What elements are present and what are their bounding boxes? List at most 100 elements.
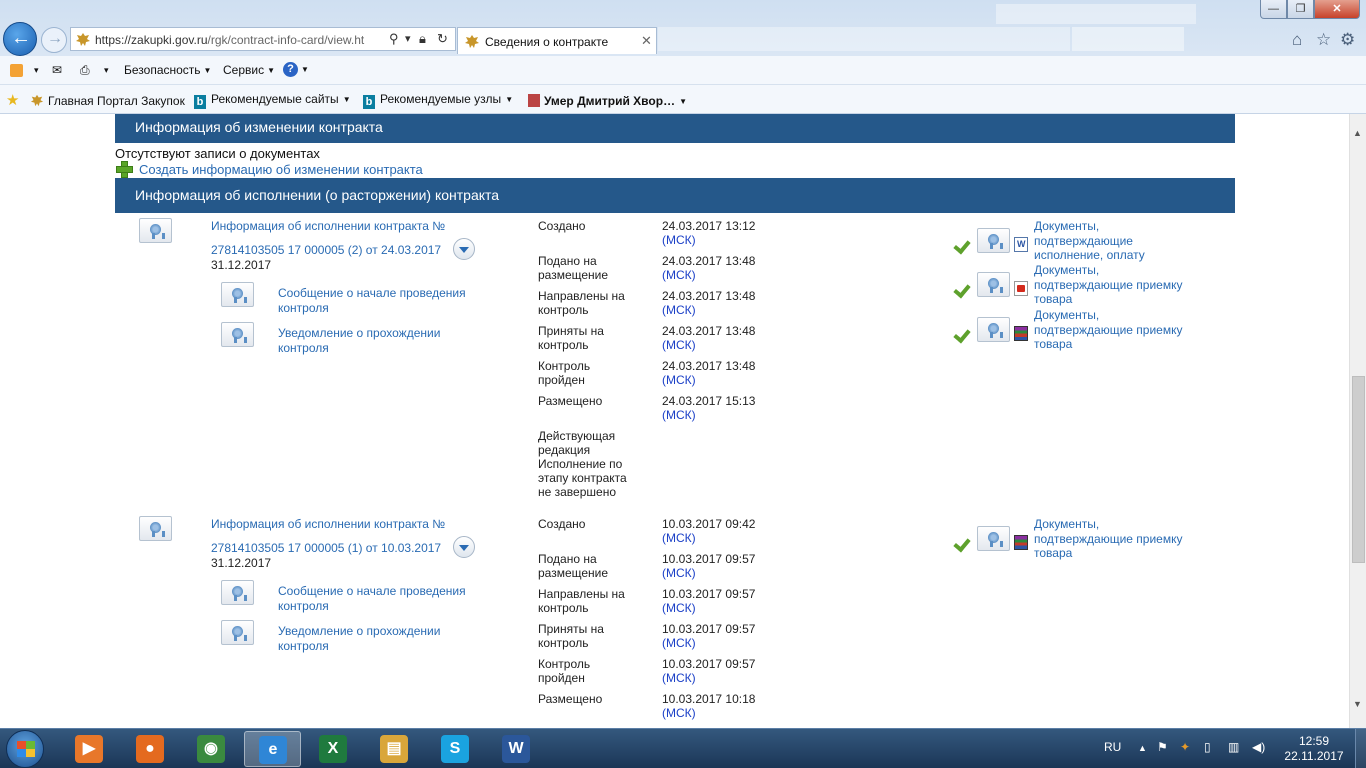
rar-file-icon[interactable]	[1014, 326, 1028, 341]
sub-document-link-line1: Сообщение о начале проведения	[278, 584, 466, 598]
url-text[interactable]: https://zakupki.gov.ru/rgk/contract-info…	[95, 33, 385, 47]
rss-icon[interactable]	[10, 64, 23, 77]
tab-title: Сведения о контракте	[485, 35, 609, 49]
help-dropdown-icon[interactable]: ▼	[301, 65, 309, 74]
clock[interactable]: 12:59 22.11.2017	[1281, 734, 1347, 764]
sub-document-link[interactable]: Уведомление о прохождении контроля	[278, 624, 440, 654]
taskbar-app-media-player[interactable]: ▶	[61, 731, 118, 767]
create-change-info-link[interactable]: Создать информацию об изменении контракт…	[139, 162, 423, 177]
start-button[interactable]	[6, 730, 44, 768]
check-icon	[953, 329, 969, 341]
help-icon[interactable]: ?	[283, 62, 298, 77]
forward-button[interactable]: →	[41, 27, 67, 53]
volume-icon[interactable]: ◀)	[1252, 740, 1265, 754]
internet-explorer-icon: e	[259, 736, 287, 764]
record-cert-icon[interactable]	[139, 218, 172, 243]
record-title-line1[interactable]: Информация об исполнении контракта №	[211, 517, 445, 532]
scroll-up-icon[interactable]: ▲	[1353, 128, 1362, 138]
home-icon[interactable]: ⌂	[1292, 30, 1302, 50]
record-date: 31.12.2017	[211, 556, 272, 570]
pdf-file-icon[interactable]	[1014, 281, 1028, 296]
taskbar-app-chrome[interactable]: ◉	[183, 731, 240, 767]
mail-icon[interactable]: ✉	[52, 63, 62, 77]
show-desktop-button[interactable]	[1355, 729, 1366, 768]
print-dropdown-icon[interactable]: ▾	[104, 65, 109, 76]
star-icon[interactable]: ☆	[1316, 30, 1331, 50]
sub-document-link[interactable]: Уведомление о прохождении контроля	[278, 326, 440, 356]
expand-chevron-icon[interactable]	[453, 238, 475, 260]
service-menu[interactable]: Сервис ▼	[223, 63, 275, 77]
close-tab-icon[interactable]: ✕	[641, 33, 652, 49]
scroll-down-icon[interactable]: ▼	[1353, 699, 1362, 709]
tab-contract-info[interactable]: Сведения о контракте ✕	[457, 27, 657, 54]
document-cert-icon[interactable]	[977, 526, 1010, 551]
taskbar-app-file-explorer[interactable]: ▤	[366, 731, 423, 767]
record-cert-icon[interactable]	[139, 516, 172, 541]
status-label: Подано на размещение	[538, 254, 609, 282]
status-datetime: 10.03.2017 09:57	[662, 622, 756, 636]
sub-document-cert-icon[interactable]	[221, 580, 254, 605]
record-title-line2[interactable]: 27814103505 17 000005 (1) от 10.03.2017	[211, 541, 441, 556]
tray-expand-icon[interactable]: ▲	[1138, 743, 1147, 753]
flag-icon[interactable]: ⚑	[1157, 740, 1168, 754]
plus-icon[interactable]	[116, 161, 133, 178]
fav-item-recommended-nodes[interactable]: b Рекомендуемые узлы ▼	[363, 92, 513, 109]
status-time: 10.03.2017 09:57 (МСК)	[662, 622, 755, 650]
fav-item-news[interactable]: Умер Дмитрий Хвор… ▼	[528, 92, 687, 108]
refresh-icon[interactable]: ↻	[437, 31, 448, 47]
address-bar[interactable]: https://zakupki.gov.ru/rgk/contract-info…	[70, 27, 456, 51]
document-link[interactable]: Документы, подтверждающие приемку товара	[1034, 308, 1194, 352]
minimize-button[interactable]: —	[1260, 0, 1287, 19]
network-icon[interactable]: ▥	[1228, 740, 1239, 754]
document-cert-icon[interactable]	[977, 228, 1010, 253]
fav-item-recommended-sites[interactable]: b Рекомендуемые сайты ▼	[194, 92, 351, 109]
bing-icon: b	[194, 95, 206, 109]
status-time: 24.03.2017 13:48 (МСК)	[662, 324, 755, 352]
excel-icon: X	[319, 735, 347, 763]
chevron-down-icon: ▼	[267, 66, 276, 75]
back-button[interactable]: ←	[3, 22, 37, 56]
document-cert-icon[interactable]	[977, 317, 1010, 342]
document-link[interactable]: Документы, подтверждающие исполнение, оп…	[1034, 219, 1194, 263]
security-menu[interactable]: Безопасность ▼	[124, 63, 211, 77]
document-link[interactable]: Документы, подтверждающие приемку товара	[1034, 517, 1194, 561]
document-cert-icon[interactable]	[977, 272, 1010, 297]
word-file-icon[interactable]	[1014, 237, 1028, 252]
taskbar-app-skype[interactable]: S	[427, 731, 484, 767]
status-datetime: 10.03.2017 09:57	[662, 587, 756, 601]
sub-document-link[interactable]: Сообщение о начале проведения контроля	[278, 584, 466, 614]
document-link[interactable]: Документы, подтверждающие приемку товара	[1034, 263, 1194, 307]
favorites-star-icon[interactable]: ★	[6, 91, 19, 109]
language-indicator[interactable]: RU	[1104, 740, 1121, 754]
tab-crest-icon	[465, 35, 479, 48]
search-icon[interactable]: ⚲	[389, 31, 399, 47]
maximize-button[interactable]: ❐	[1287, 0, 1314, 19]
fav-item-portal[interactable]: Главная Портал Закупок	[30, 92, 185, 108]
sub-document-cert-icon[interactable]	[221, 620, 254, 645]
record-title-line2[interactable]: 27814103505 17 000005 (2) от 24.03.2017	[211, 243, 441, 258]
taskbar-app-excel[interactable]: X	[305, 731, 362, 767]
scroll-thumb[interactable]	[1352, 376, 1365, 563]
check-icon	[953, 240, 969, 252]
record-title-line1[interactable]: Информация об исполнении контракта №	[211, 219, 445, 234]
expand-chevron-icon[interactable]	[453, 536, 475, 558]
lock-icon[interactable]: 🔒︎	[419, 31, 426, 47]
rar-file-icon[interactable]	[1014, 535, 1028, 550]
sub-document-link[interactable]: Сообщение о начале проведения контроля	[278, 286, 466, 316]
sub-document-cert-icon[interactable]	[221, 282, 254, 307]
taskbar-app-word[interactable]: W	[488, 731, 545, 767]
status-time: 24.03.2017 13:48 (МСК)	[662, 359, 755, 387]
device-icon[interactable]: ▯	[1204, 740, 1211, 754]
gear-icon[interactable]: ⚙	[1340, 30, 1355, 50]
status-label: Создано	[538, 517, 586, 531]
sub-document-cert-icon[interactable]	[221, 322, 254, 347]
taskbar-app-firefox[interactable]: ●	[122, 731, 179, 767]
close-window-button[interactable]: ✕	[1314, 0, 1360, 19]
rss-dropdown-icon[interactable]: ▾	[34, 65, 39, 76]
browser-chrome: — ❐ ✕ ← → https://zakupki.gov.ru/rgk/con…	[0, 0, 1366, 114]
avast-icon[interactable]: ✦	[1180, 740, 1190, 754]
dropdown-icon[interactable]: ▾	[405, 32, 411, 45]
vertical-scrollbar[interactable]: ▲ ▼	[1349, 114, 1366, 728]
taskbar-app-internet-explorer[interactable]: e	[244, 731, 301, 767]
print-icon[interactable]: ⎙	[80, 63, 90, 78]
